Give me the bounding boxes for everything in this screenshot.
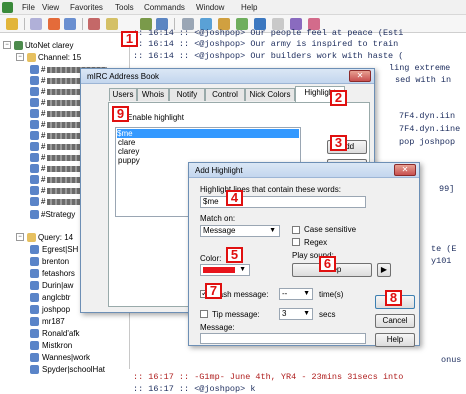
chat-line: y101 bbox=[431, 256, 452, 266]
chat-line: pop joshpop bbox=[399, 137, 456, 147]
chevron-down-icon: ▼ bbox=[269, 227, 276, 234]
case-sensitive-label: Case sensitive bbox=[304, 225, 357, 234]
add-highlight-dialog: Add Highlight ✕ Highlight lines that con… bbox=[188, 162, 420, 347]
menu-window[interactable]: Window bbox=[196, 3, 224, 12]
annotation-badge: 1 bbox=[121, 31, 138, 47]
chat-line: sed with in bbox=[395, 75, 452, 85]
menu-bar: File View Favorites Tools Commands Windo… bbox=[0, 0, 466, 15]
match-on-value: Message bbox=[203, 226, 236, 235]
regex-label: Regex bbox=[304, 238, 328, 247]
addressbook-icon[interactable] bbox=[106, 18, 118, 30]
chat-line: te (E bbox=[431, 244, 457, 254]
chat-line: :: 16:17 :: -G1mp- June 4th, YR4 - 23min… bbox=[133, 372, 404, 382]
words-prompt: Highlight lines that contain these words… bbox=[200, 185, 341, 194]
regex-checkbox[interactable] bbox=[292, 238, 300, 246]
message-label: Message: bbox=[200, 323, 235, 332]
connect-icon[interactable] bbox=[6, 18, 18, 30]
list-item[interactable]: $me bbox=[117, 129, 299, 138]
chat-line: 99] bbox=[439, 184, 455, 194]
menu-view[interactable]: View bbox=[42, 3, 59, 12]
close-icon[interactable]: ✕ bbox=[394, 164, 416, 176]
folder-icon bbox=[27, 233, 36, 242]
chat-line: :: 16:14 :: <@joshpop> Our people feel a… bbox=[133, 28, 404, 38]
help-button[interactable]: Help bbox=[375, 333, 415, 347]
list-item[interactable]: puppy bbox=[118, 156, 140, 165]
chat-line: ling extreme bbox=[389, 63, 451, 73]
flash-count-value: -- bbox=[282, 289, 288, 298]
options-icon[interactable] bbox=[30, 18, 42, 30]
color-swatch bbox=[203, 267, 235, 273]
chat-line: 7F4.dyn.iine bbox=[399, 124, 461, 134]
annotation-badge: 6 bbox=[319, 256, 336, 272]
tab-users[interactable]: Users bbox=[109, 88, 137, 101]
chevron-down-icon: ▼ bbox=[303, 290, 310, 297]
channels-icon[interactable] bbox=[48, 18, 60, 30]
tab-control[interactable]: Control bbox=[205, 88, 245, 101]
cancel-button[interactable]: Cancel bbox=[375, 314, 415, 328]
menu-help[interactable]: Help bbox=[241, 3, 257, 12]
add-highlight-titlebar[interactable]: Add Highlight ✕ bbox=[189, 163, 419, 178]
scripts-icon[interactable] bbox=[88, 18, 100, 30]
tab-whois[interactable]: Whois bbox=[137, 88, 169, 101]
play-icon[interactable]: ▶ bbox=[377, 263, 391, 277]
flash-unit-label: time(s) bbox=[319, 290, 344, 299]
menu-favorites[interactable]: Favorites bbox=[70, 3, 103, 12]
annotation-badge: 3 bbox=[330, 135, 347, 151]
folder-icon bbox=[27, 53, 36, 62]
chevron-down-icon: ▼ bbox=[303, 310, 310, 317]
tip-message-label: Tip message: bbox=[212, 310, 260, 319]
chat-line: :: 16:14 :: <@joshpop> Our army is inspi… bbox=[133, 39, 399, 49]
enable-highlight-label: Enable highlight bbox=[127, 113, 184, 122]
annotation-badge: 7 bbox=[205, 283, 222, 299]
chat-line: :: 16:17 :: <@joshpop> k bbox=[133, 384, 256, 394]
tab-nick-colors[interactable]: Nick Colors bbox=[245, 88, 295, 101]
menu-tools[interactable]: Tools bbox=[115, 3, 134, 12]
tip-seconds-value: 3 bbox=[282, 309, 287, 318]
channels-label: Channel: 15 bbox=[38, 53, 82, 62]
match-on-label: Match on: bbox=[200, 214, 236, 223]
case-sensitive-checkbox[interactable] bbox=[292, 226, 300, 234]
color-label: Color: bbox=[200, 254, 222, 263]
color-picker[interactable]: ▼ bbox=[200, 264, 250, 276]
annotation-badge: 9 bbox=[112, 106, 129, 122]
menu-file[interactable]: File bbox=[22, 3, 35, 12]
address-book-title: mIRC Address Book bbox=[87, 72, 160, 81]
words-input[interactable]: $me bbox=[200, 196, 366, 208]
close-icon[interactable]: ✕ bbox=[349, 70, 371, 82]
network-label: UtoNet clarey bbox=[25, 41, 74, 50]
chevron-down-icon: ▼ bbox=[239, 266, 246, 273]
address-book-titlebar[interactable]: mIRC Address Book ✕ bbox=[81, 69, 374, 84]
tip-seconds-select[interactable]: 3 ▼ bbox=[279, 308, 313, 320]
chat-line: :: 16:14 :: <@joshpop> Our builders work… bbox=[133, 51, 404, 61]
tip-unit-label: secs bbox=[319, 310, 336, 319]
match-on-select[interactable]: Message ▼ bbox=[200, 225, 280, 237]
flash-count-select[interactable]: -- ▼ bbox=[279, 288, 313, 300]
annotation-badge: 5 bbox=[226, 247, 243, 263]
annotation-badge: 4 bbox=[226, 190, 243, 206]
chat-line: 7F4.dyn.iin bbox=[399, 111, 456, 121]
annotation-badge: 2 bbox=[330, 90, 347, 106]
favorites-icon[interactable] bbox=[64, 18, 76, 30]
message-input[interactable] bbox=[200, 333, 366, 344]
add-highlight-title: Add Highlight bbox=[195, 166, 243, 175]
queries-label: Query: 14 bbox=[38, 233, 74, 242]
list-item[interactable]: clare bbox=[118, 138, 135, 147]
tip-message-checkbox[interactable] bbox=[200, 310, 208, 318]
tab-notify[interactable]: Notify bbox=[169, 88, 205, 101]
chat-line: onus bbox=[441, 355, 462, 365]
annotation-badge: 8 bbox=[385, 290, 402, 306]
list-item[interactable]: clarey bbox=[118, 147, 139, 156]
network-icon bbox=[14, 41, 23, 50]
app-icon[interactable] bbox=[2, 2, 13, 13]
menu-commands[interactable]: Commands bbox=[144, 3, 185, 12]
